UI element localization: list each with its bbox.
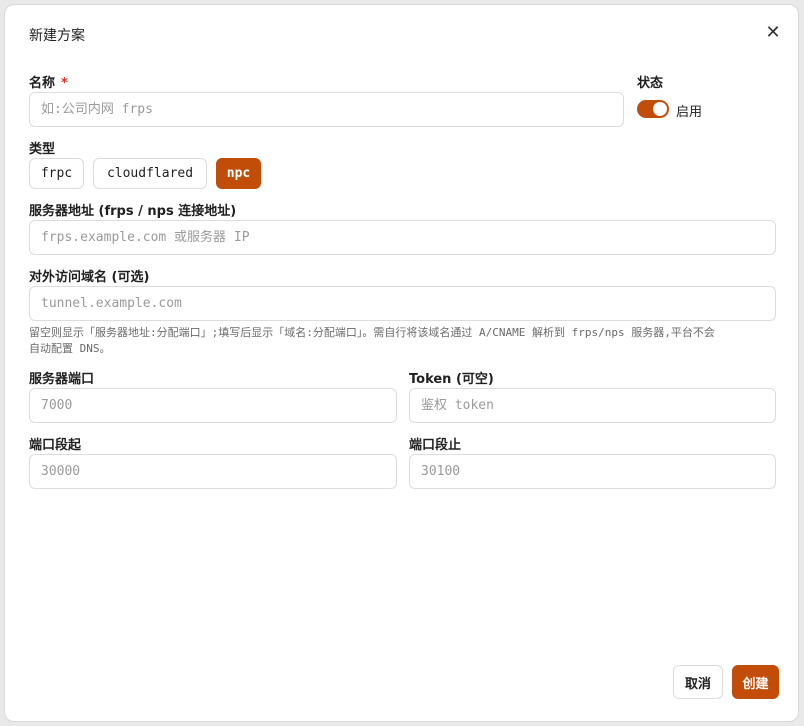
status-label: 状态: [637, 76, 664, 91]
type-option-frpc[interactable]: frpc: [29, 158, 84, 189]
name-label: 名称 *: [29, 72, 68, 91]
token-input[interactable]: [409, 388, 776, 423]
type-label: 类型: [29, 142, 56, 157]
status-toggle[interactable]: [637, 100, 669, 118]
toggle-knob: [653, 102, 667, 116]
domain-label: 对外访问域名 (可选): [29, 270, 150, 285]
token-label: Token (可空): [409, 372, 494, 387]
port-range-end-input[interactable]: [409, 454, 776, 489]
status-toggle-label: 启用: [676, 105, 703, 120]
type-option-npc[interactable]: npc: [216, 158, 261, 189]
domain-input[interactable]: [29, 286, 776, 321]
port-range-start-input[interactable]: [29, 454, 397, 489]
cancel-button[interactable]: 取消: [673, 665, 723, 699]
create-button[interactable]: 创建: [732, 665, 779, 699]
server-port-label: 服务器端口: [29, 372, 95, 387]
port-range-start-label: 端口段起: [29, 438, 82, 453]
required-asterisk: *: [61, 76, 68, 91]
server-address-label: 服务器地址 (frps / nps 连接地址): [29, 204, 237, 219]
server-port-input[interactable]: [29, 388, 397, 423]
port-range-end-label: 端口段止: [409, 438, 462, 453]
server-address-input[interactable]: [29, 220, 776, 255]
domain-help-line-2: 自动配置 DNS。: [29, 342, 111, 355]
dialog-title: 新建方案: [29, 28, 85, 44]
domain-help-text: 留空则显示「服务器地址:分配端口」;填写后显示「域名:分配端口」。需自行将该域名…: [29, 325, 779, 357]
type-option-cloudflared[interactable]: cloudflared: [93, 158, 207, 189]
new-scheme-dialog: 新建方案 ✕ 名称 * 状态 启用 类型 frpc cloudflared npc…: [4, 4, 799, 722]
close-icon[interactable]: ✕: [763, 23, 783, 43]
name-input[interactable]: [29, 92, 624, 127]
name-label-text: 名称: [29, 76, 56, 91]
domain-help-line-1: 留空则显示「服务器地址:分配端口」;填写后显示「域名:分配端口」。需自行将该域名…: [29, 326, 715, 339]
